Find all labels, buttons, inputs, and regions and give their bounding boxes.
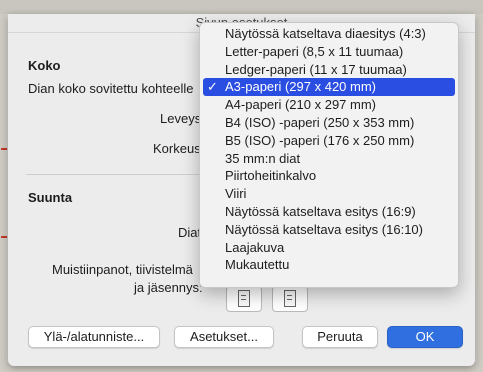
cancel-button[interactable]: Peruuta <box>302 326 378 348</box>
menu-item[interactable]: Letter-paperi (8,5 x 11 tuumaa) <box>200 43 458 61</box>
notes-orientation-label-line1: Muistiinpanot, tiivistelmä <box>52 262 193 277</box>
menu-item[interactable]: Näytössä katseltava esitys (16:9) <box>200 203 458 221</box>
menu-item[interactable]: Näytössä katseltava esitys (16:10) <box>200 221 458 239</box>
menu-item-label: Näytössä katseltava esitys (16:10) <box>225 221 423 237</box>
menu-item[interactable]: Laajakuva <box>200 239 458 257</box>
menu-item-label: Näytössä katseltava esitys (16:9) <box>225 203 416 219</box>
menu-item-label: B5 (ISO) -paperi (176 x 250 mm) <box>225 132 415 148</box>
fit-label: Dian koko sovitettu kohteelle <box>28 81 194 96</box>
landscape-page-icon <box>284 290 296 307</box>
menu-item-label: Laajakuva <box>225 239 285 255</box>
header-footer-button[interactable]: Ylä-/alatunniste... <box>28 326 160 348</box>
menu-item[interactable]: B5 (ISO) -paperi (176 x 250 mm) <box>200 132 458 150</box>
slides-orientation-label: Diat <box>178 225 202 240</box>
menu-item[interactable]: Ledger-paperi (11 x 17 tuumaa) <box>200 61 458 79</box>
notes-orientation-label-line2: ja jäsennys: <box>134 280 203 295</box>
menu-item-label: Mukautettu <box>225 257 290 273</box>
background-edge-left <box>0 14 6 372</box>
background-edge-right <box>477 14 483 372</box>
menu-item-label: Viiri <box>225 186 247 202</box>
width-label: Leveys <box>160 111 202 126</box>
notes-orientation-control <box>226 286 308 312</box>
checkmark-icon: ✓ <box>207 79 218 95</box>
ok-button[interactable]: OK <box>387 326 463 348</box>
height-label: Korkeus <box>153 141 201 156</box>
slide-size-dropdown-menu: Näytössä katseltava diaesitys (4:3) Lette… <box>199 22 459 288</box>
menu-item[interactable]: ✓ A3-paperi (297 x 420 mm) <box>203 78 455 97</box>
menu-item[interactable]: Näytössä katseltava diaesitys (4:3) <box>200 25 458 43</box>
menu-item-label: Piirtoheitinkalvo <box>225 168 317 184</box>
menu-item-label: Ledger-paperi (11 x 17 tuumaa) <box>225 61 407 77</box>
menu-item-label: Näytössä katseltava diaesitys (4:3) <box>225 26 426 41</box>
menu-item[interactable]: Piirtoheitinkalvo <box>200 167 458 185</box>
portrait-orientation-button[interactable] <box>226 286 262 312</box>
menu-item[interactable]: Viiri <box>200 185 458 203</box>
menu-item[interactable]: 35 mm:n diat <box>200 150 458 168</box>
menu-item[interactable]: Mukautettu <box>200 256 458 274</box>
background-mark <box>1 236 7 238</box>
orientation-section-title: Suunta <box>28 190 73 205</box>
menu-item[interactable]: B4 (ISO) -paperi (250 x 353 mm) <box>200 114 458 132</box>
options-button[interactable]: Asetukset... <box>174 326 274 348</box>
background-mark <box>1 148 7 150</box>
menu-item-label: A3-paperi (297 x 420 mm) <box>225 79 377 95</box>
menu-item[interactable]: A4-paperi (210 x 297 mm) <box>200 96 458 114</box>
landscape-orientation-button[interactable] <box>272 286 308 312</box>
portrait-page-icon <box>238 290 250 307</box>
menu-item-label: B4 (ISO) -paperi (250 x 353 mm) <box>225 114 415 130</box>
menu-item-label: Letter-paperi (8,5 x 11 tuumaa) <box>225 43 404 59</box>
menu-item-label: 35 mm:n diat <box>225 150 301 166</box>
background-window <box>0 0 483 14</box>
menu-item-label: A4-paperi (210 x 297 mm) <box>225 97 377 113</box>
size-section-title: Koko <box>28 58 61 73</box>
